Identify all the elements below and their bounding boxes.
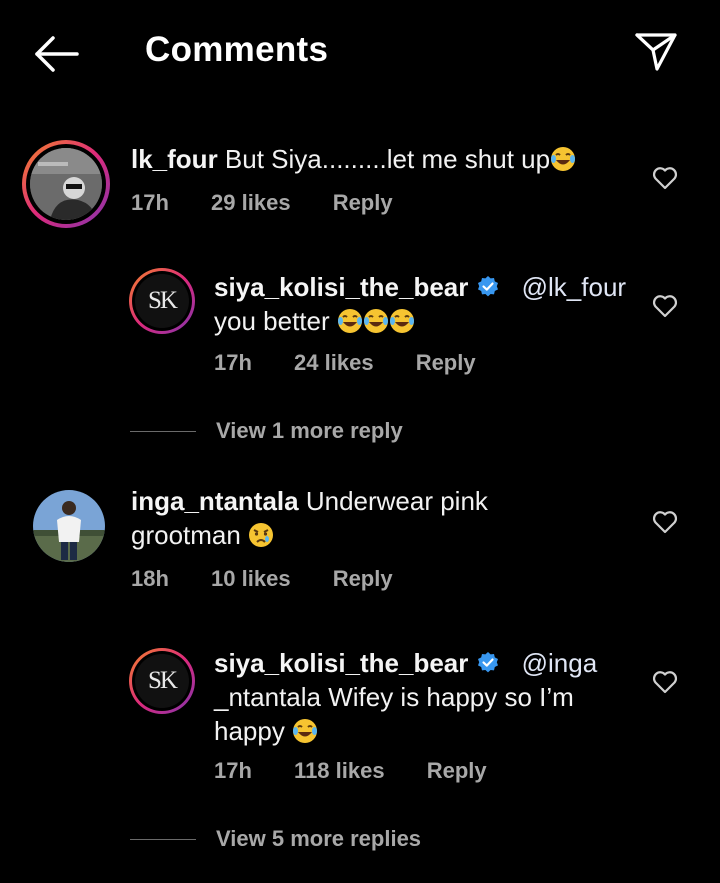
verified-badge-icon (478, 276, 499, 297)
comment-likes[interactable]: 10 likes (211, 566, 291, 591)
avatar[interactable] (33, 490, 105, 562)
avatar[interactable]: SK (135, 654, 189, 708)
comment-username[interactable]: lk_four (131, 144, 218, 174)
page-title: Comments (145, 30, 329, 69)
comment-username[interactable]: siya_kolisi_the_bear (214, 272, 468, 302)
comment-meta: 17h 118 likes Reply (214, 758, 487, 784)
avatar-logo-text: SK (148, 287, 178, 314)
laughing-tears-emoji-icon (551, 147, 576, 171)
back-button[interactable] (28, 30, 84, 78)
heart-icon (652, 671, 678, 694)
comment-body: _ntantala Wifey is happy so I’m (214, 682, 574, 712)
comment-likes[interactable]: 29 likes (211, 190, 291, 215)
comment-body: you better (214, 306, 330, 336)
heart-icon (652, 167, 678, 190)
view-more-label: View 5 more replies (216, 826, 422, 851)
comment-body-2: happy (214, 716, 285, 746)
paper-plane-icon (635, 33, 677, 71)
comment-text-row-2: _ntantala Wifey is happy so I’m (214, 680, 574, 714)
like-button[interactable] (651, 668, 679, 696)
reply-button[interactable]: Reply (333, 190, 393, 215)
comment-meta: 18h 10 likes Reply (131, 566, 393, 592)
reply-siya-1: SK siya_kolisi_the_bear @lk_four you bet… (0, 264, 720, 384)
laughing-tears-emoji-icon (363, 309, 388, 333)
like-button[interactable] (651, 292, 679, 320)
heart-icon (652, 511, 678, 534)
comment-text-row-2: grootman (131, 518, 274, 552)
like-button[interactable] (651, 508, 679, 536)
user-photo-icon (33, 490, 105, 562)
share-button[interactable] (628, 26, 684, 78)
divider (130, 430, 196, 432)
comment-time: 17h (214, 758, 252, 783)
crying-emoji-icon (249, 523, 274, 547)
reply-siya-2: SK siya_kolisi_the_bear @inga _ntantala … (0, 644, 720, 794)
comment-time: 17h (131, 190, 169, 215)
comment-text-row: lk_four But Siya.........let me shut up (131, 142, 576, 176)
reply-button[interactable]: Reply (427, 758, 487, 783)
reply-button[interactable]: Reply (333, 566, 393, 591)
comment-body-2: grootman (131, 520, 241, 550)
like-button[interactable] (651, 164, 679, 192)
mention-link[interactable]: @lk_four (522, 272, 626, 302)
comment-inga-ntantala: inga_ntantala Underwear pink grootman 18… (0, 484, 720, 594)
user-photo-icon (30, 148, 102, 220)
view-more-replies-button[interactable]: View 5 more replies (130, 826, 421, 852)
avatar[interactable] (30, 148, 102, 220)
comment-meta: 17h 29 likes Reply (131, 190, 393, 216)
comment-text-row: siya_kolisi_the_bear @lk_four (214, 270, 626, 304)
comment-body: Underwear pink (305, 486, 488, 516)
comment-username[interactable]: siya_kolisi_the_bear (214, 648, 468, 678)
laughing-tears-emoji-icon (337, 309, 362, 333)
laughing-tears-emoji-icon (293, 719, 318, 743)
mention-link[interactable]: @inga (522, 648, 598, 678)
comment-username[interactable]: inga_ntantala (131, 486, 299, 516)
comments-screen: Comments lk_four But Siya.........let me… (0, 0, 720, 883)
avatar[interactable]: SK (135, 274, 189, 328)
view-more-replies-button[interactable]: View 1 more reply (130, 418, 403, 444)
comment-body: But Siya.........let me shut up (224, 144, 551, 174)
comment-text-row-3: happy (214, 714, 318, 748)
header: Comments (0, 0, 720, 110)
avatar-logo-text: SK (148, 667, 178, 694)
comment-text-row-2: you better (214, 304, 415, 338)
comment-lk-four: lk_four But Siya.........let me shut up … (0, 130, 720, 230)
view-more-label: View 1 more reply (216, 418, 403, 443)
laughing-tears-emoji-icon (389, 309, 414, 333)
heart-icon (652, 295, 678, 318)
comment-likes[interactable]: 24 likes (294, 350, 374, 375)
reply-button[interactable]: Reply (416, 350, 476, 375)
comment-time: 17h (214, 350, 252, 375)
verified-badge-icon (478, 652, 499, 673)
comment-meta: 17h 24 likes Reply (214, 350, 476, 376)
arrow-left-icon (35, 36, 79, 72)
divider (130, 838, 196, 840)
comment-text-row: siya_kolisi_the_bear @inga (214, 646, 597, 680)
comment-time: 18h (131, 566, 169, 591)
comment-likes[interactable]: 118 likes (294, 758, 385, 783)
comment-text-row: inga_ntantala Underwear pink (131, 484, 488, 518)
